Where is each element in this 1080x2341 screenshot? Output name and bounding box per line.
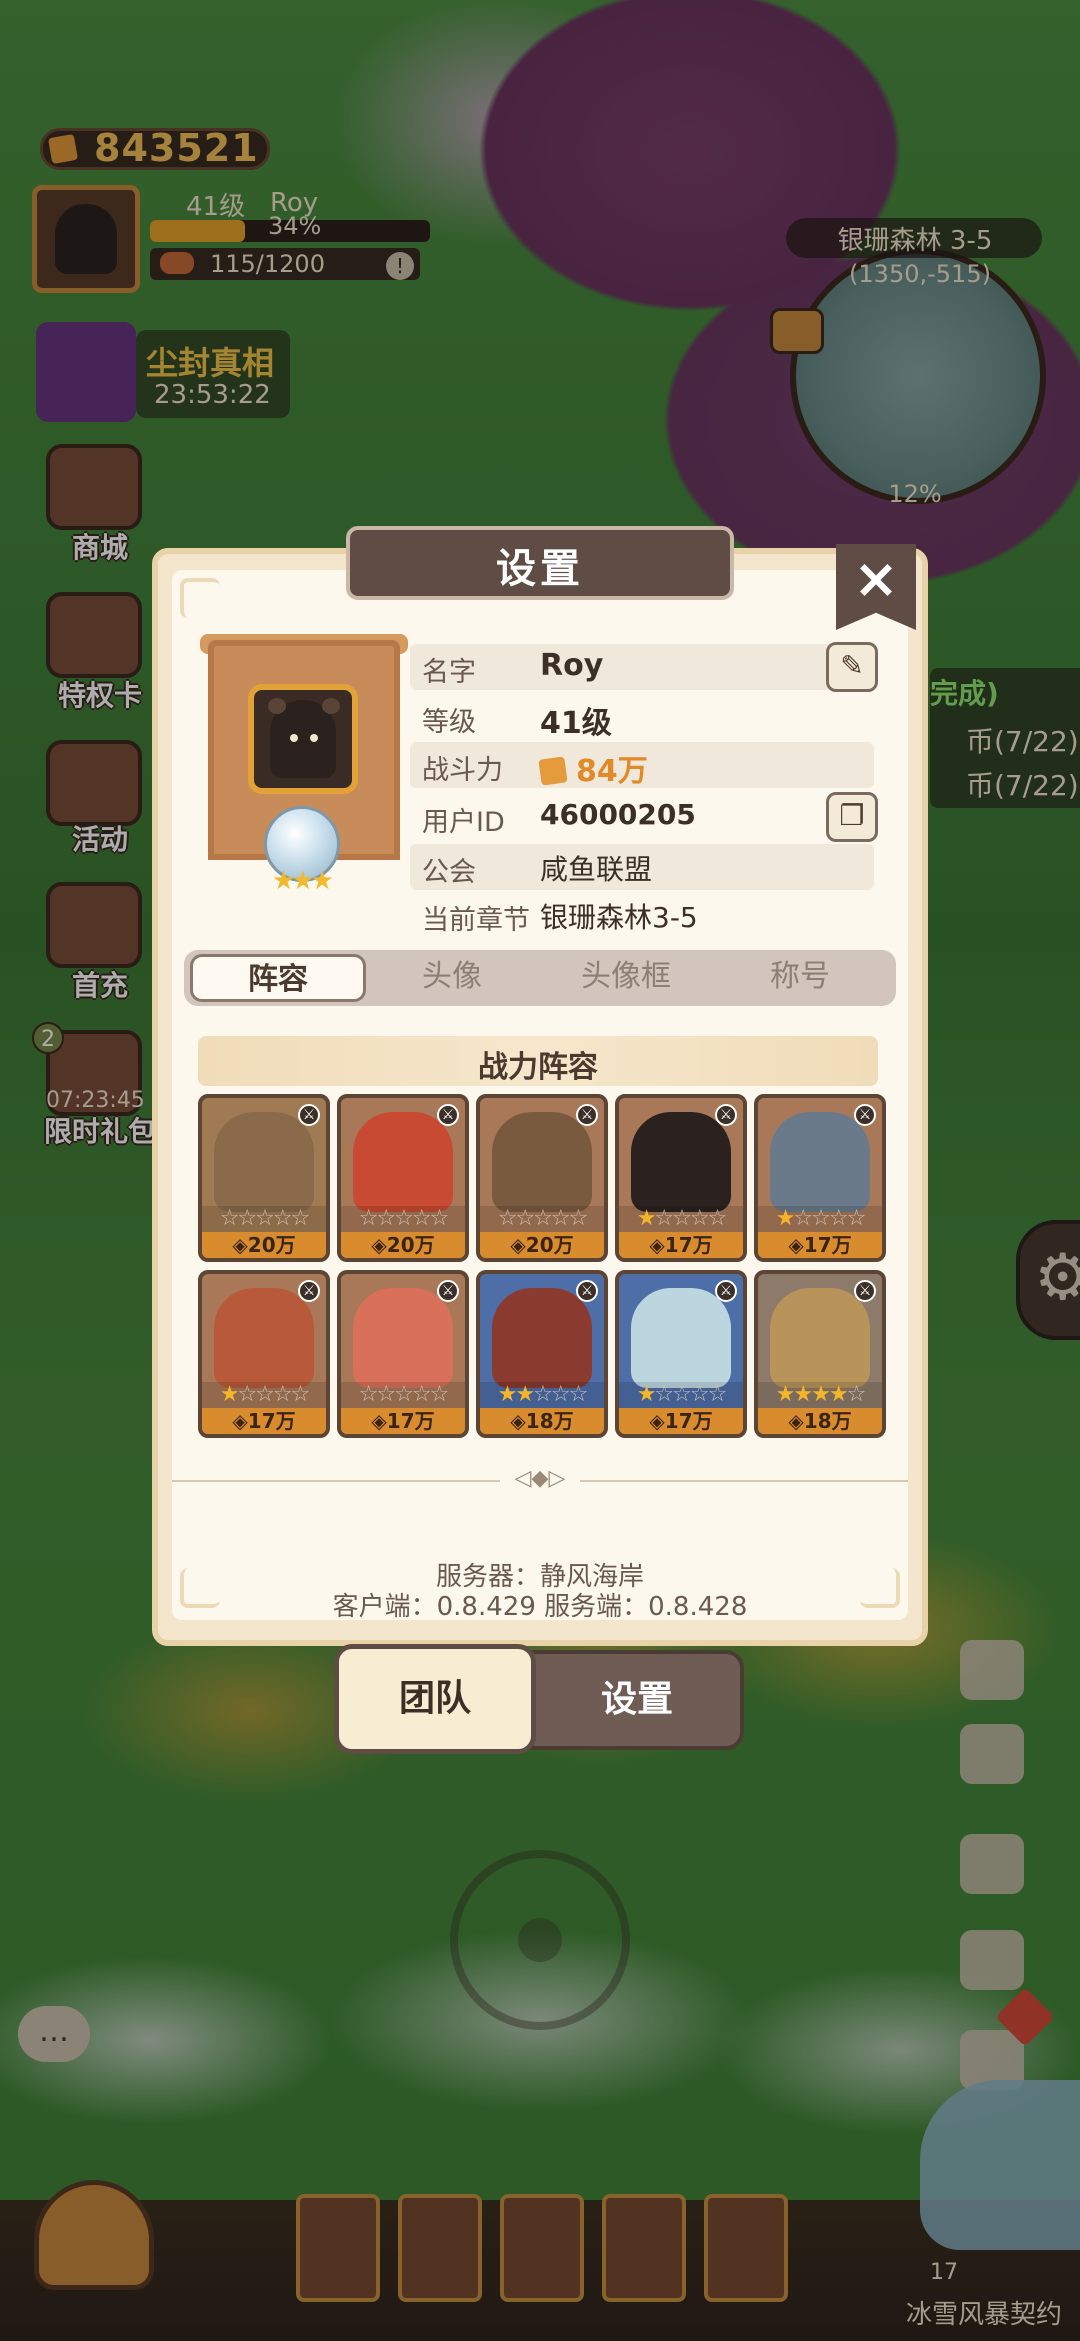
hero-power: ◈17万 — [202, 1408, 326, 1434]
divider-ornament: ◁◆▷ — [500, 1466, 580, 1491]
hero-card[interactable]: ⚔ ★☆☆☆☆ ◈17万 — [615, 1270, 747, 1438]
chapter-label: 当前章节 — [422, 905, 530, 936]
uid-value: 46000205 — [540, 798, 696, 831]
hero-stars: ☆☆☆☆☆ — [202, 1206, 326, 1232]
hero-stars: ★☆☆☆☆ — [202, 1382, 326, 1408]
tab-avatar[interactable]: 头像 — [364, 954, 540, 1002]
edit-name-button[interactable]: ✎ — [826, 642, 878, 692]
hero-power: ◈17万 — [341, 1408, 465, 1434]
version-info: 客户端：0.8.429 服务端：0.8.428 — [332, 1592, 748, 1622]
hero-power: ◈18万 — [758, 1408, 882, 1434]
hero-stars: ★☆☆☆☆ — [619, 1206, 743, 1232]
info-row-level: 等级 41级 — [410, 694, 874, 741]
hero-portrait — [214, 1288, 314, 1388]
info-row-name: 名字 Roy — [410, 644, 874, 690]
name-value: Roy — [540, 648, 604, 683]
hero-power: ◈20万 — [202, 1232, 326, 1258]
name-label: 名字 — [422, 657, 476, 688]
info-row-uid: 用户ID 46000205 — [410, 794, 874, 840]
hero-portrait — [770, 1288, 870, 1388]
hero-power: ◈17万 — [619, 1408, 743, 1434]
ear — [268, 698, 286, 714]
info-row-chapter: 当前章节 银珊森林3-5 — [410, 892, 874, 938]
hero-portrait — [214, 1112, 314, 1212]
hero-power: ◈17万 — [619, 1232, 743, 1258]
hero-power: ◈17万 — [758, 1232, 882, 1258]
eye — [310, 734, 318, 742]
hero-stars: ☆☆☆☆☆ — [341, 1382, 465, 1408]
corner-ornament — [180, 578, 220, 618]
power-value: 84万 — [576, 754, 648, 789]
hero-class-icon: ⚔ — [715, 1104, 737, 1126]
hero-class-icon: ⚔ — [854, 1280, 876, 1302]
hero-portrait — [353, 1112, 453, 1212]
info-row-power: 战斗力 84万 — [410, 742, 874, 790]
hero-class-icon: ⚔ — [576, 1104, 598, 1126]
eye — [290, 734, 298, 742]
profile-avatar[interactable] — [248, 684, 358, 794]
dialog-title: 设置 — [496, 546, 584, 592]
lineup-title: 战力阵容 — [478, 1050, 598, 1085]
hero-stars: ☆☆☆☆☆ — [480, 1206, 604, 1232]
hero-stars: ★☆☆☆☆ — [619, 1382, 743, 1408]
hero-card[interactable]: ⚔ ☆☆☆☆☆ ◈20万 — [476, 1094, 608, 1262]
power-label: 战斗力 — [422, 755, 503, 786]
hero-card[interactable]: ⚔ ★☆☆☆☆ ◈17万 — [615, 1094, 747, 1262]
hero-stars: ★☆☆☆☆ — [758, 1206, 882, 1232]
hero-stars: ☆☆☆☆☆ — [341, 1206, 465, 1232]
uid-label: 用户ID — [422, 807, 505, 838]
hero-stars: ★★☆☆☆ — [480, 1382, 604, 1408]
hero-power: ◈20万 — [480, 1232, 604, 1258]
edit-icon: ✎ — [840, 649, 864, 682]
hero-card[interactable]: ⚔ ★★☆☆☆ ◈18万 — [476, 1270, 608, 1438]
hero-portrait — [770, 1112, 870, 1212]
hero-portrait — [492, 1112, 592, 1212]
hero-card[interactable]: ⚔ ★☆☆☆☆ ◈17万 — [754, 1094, 886, 1262]
tab-team[interactable]: 团队 — [334, 1644, 536, 1754]
hero-card[interactable]: ⚔ ☆☆☆☆☆ ◈17万 — [337, 1270, 469, 1438]
hero-portrait — [353, 1288, 453, 1388]
level-value: 41级 — [540, 706, 612, 741]
hero-card[interactable]: ⚔ ★☆☆☆☆ ◈17万 — [198, 1270, 330, 1438]
info-row-guild: 公会 咸鱼联盟 — [410, 844, 874, 890]
level-label: 等级 — [422, 707, 476, 738]
hero-class-icon: ⚔ — [576, 1280, 598, 1302]
chapter-value: 银珊森林3-5 — [540, 901, 698, 934]
hero-stars: ★★★★☆ — [758, 1382, 882, 1408]
copy-uid-button[interactable]: ❐ — [826, 792, 878, 842]
hero-power: ◈18万 — [480, 1408, 604, 1434]
hero-power: ◈20万 — [341, 1232, 465, 1258]
hero-class-icon: ⚔ — [298, 1104, 320, 1126]
hero-card[interactable]: ⚔ ★★★★☆ ◈18万 — [754, 1270, 886, 1438]
tab-lineup[interactable]: 阵容 — [190, 954, 366, 1002]
hero-class-icon: ⚔ — [437, 1104, 459, 1126]
tab-title[interactable]: 称号 — [712, 954, 888, 1002]
hero-portrait — [492, 1288, 592, 1388]
power-icon — [538, 756, 568, 786]
guild-value: 咸鱼联盟 — [540, 853, 653, 886]
hero-card[interactable]: ⚔ ☆☆☆☆☆ ◈20万 — [198, 1094, 330, 1262]
hero-card[interactable]: ⚔ ☆☆☆☆☆ ◈20万 — [337, 1094, 469, 1262]
tab-avatar-frame[interactable]: 头像框 — [538, 954, 714, 1002]
guild-label: 公会 — [422, 857, 476, 888]
hero-class-icon: ⚔ — [437, 1280, 459, 1302]
copy-icon: ❐ — [839, 799, 865, 832]
rank-stars: ★★★ — [272, 866, 334, 896]
power-value-wrap: 84万 — [538, 746, 648, 790]
hero-class-icon: ⚔ — [854, 1104, 876, 1126]
hero-portrait — [631, 1112, 731, 1212]
tab-settings[interactable]: 设置 — [530, 1650, 744, 1750]
hero-class-icon: ⚔ — [715, 1280, 737, 1302]
hero-class-icon: ⚔ — [298, 1280, 320, 1302]
hero-portrait — [631, 1288, 731, 1388]
ear — [322, 698, 340, 714]
